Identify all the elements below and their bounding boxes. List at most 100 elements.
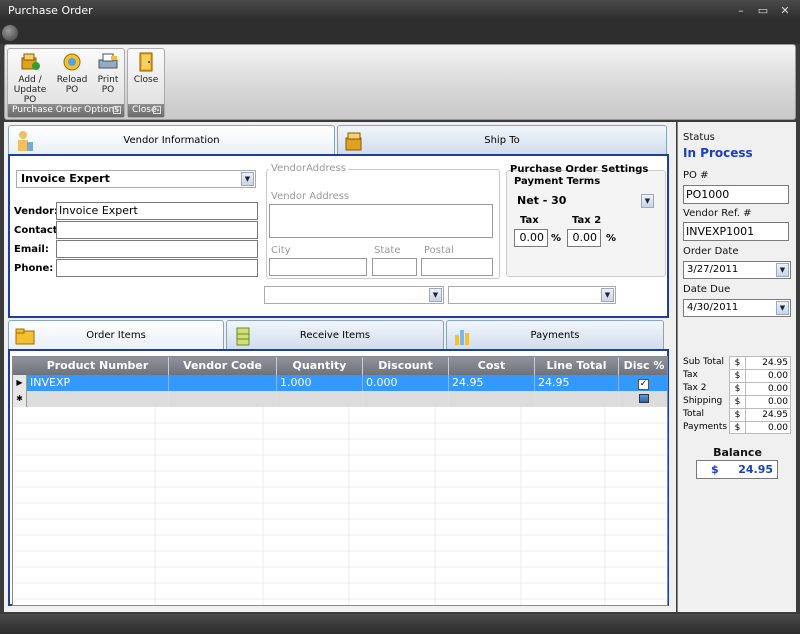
chevron-down-icon[interactable]: ▼ [776,263,789,277]
close-button[interactable]: Close [126,52,166,85]
contact-label: Contact: [14,225,62,236]
tab-payments[interactable]: Payments [446,320,664,350]
ribbon-group-close: Close Close ↘ [127,48,165,118]
vendor-ref-input[interactable]: INVEXP1001 [683,222,789,241]
cell-cost[interactable]: 24.95 [449,375,535,391]
grid-header: Product Number Vendor Code Quantity Disc… [13,357,667,375]
balance-value-box: $ 24.95 [696,460,778,479]
email-input[interactable] [56,240,258,258]
order-date-picker[interactable]: 3/27/2011 ▼ [683,261,791,279]
row-selector-icon[interactable]: ▶ [13,375,27,391]
tax-percent-label: % [551,233,562,244]
window-title: Purchase Order [8,4,93,17]
city-label: City [271,245,291,256]
column-header-product-number[interactable]: Product Number [27,357,169,375]
new-row-icon[interactable]: ✱ [13,391,27,407]
totals-row: Total $24.95 [683,408,791,421]
table-row[interactable]: ▶ INVEXP 1.000 0.000 24.95 24.95 ✓ [13,375,667,391]
new-row[interactable]: ✱ [13,391,667,407]
restore-icon[interactable]: ▭ [756,0,770,22]
tab-receive-items[interactable]: Receive Items [226,320,444,350]
cell-disc-percent[interactable]: ✓ [619,375,667,391]
close-window-icon[interactable]: ✕ [778,0,792,22]
tax-input[interactable]: 0.00 [514,229,548,247]
address-select-2[interactable]: ▼ [448,286,616,304]
vendor-address-title: VendorAddress [269,163,348,174]
minimize-icon[interactable]: – [734,0,748,22]
window-controls: – ▭ ✕ [734,0,792,22]
city-input[interactable] [269,258,367,276]
phone-label: Phone: [14,263,54,274]
cell-line-total[interactable]: 24.95 [535,375,619,391]
postal-input[interactable] [421,258,493,276]
tax2-label: Tax 2 [572,215,602,226]
po-number-input[interactable]: PO1000 [683,185,789,204]
status-bar [0,614,800,634]
new-cell[interactable] [277,391,363,407]
printer-icon [98,53,118,69]
vendor-icon [18,131,33,151]
chevron-down-icon[interactable]: ▼ [601,288,614,302]
folder-icon [15,328,35,345]
vendor-input[interactable]: Invoice Expert [56,202,258,220]
totals-row: Shipping $0.00 [683,395,791,408]
date-due-picker[interactable]: 4/30/2011 ▼ [683,299,791,317]
column-header-cost[interactable]: Cost [449,357,535,375]
balance-value: 24.95 [738,463,773,476]
app-orb-icon[interactable] [2,25,18,41]
vendor-ref-label: Vendor Ref. # [683,208,752,219]
totals-row: Payments $0.00 [683,421,791,434]
column-header-quantity[interactable]: Quantity [277,357,363,375]
address-select-1[interactable]: ▼ [264,286,444,304]
dialog-launcher-icon[interactable]: ↘ [153,106,161,114]
cell-vendor-code[interactable] [169,375,277,391]
reload-po-button[interactable]: Reload PO [52,52,92,95]
print-po-button[interactable]: Print PO [88,52,128,95]
disc-percent-checkbox[interactable]: ✓ [638,379,649,390]
payment-terms-label: Payment Terms [514,176,601,187]
ribbon-group-label: Purchase Order Options ↘ [8,104,124,117]
new-cell[interactable] [535,391,619,407]
new-cell[interactable] [449,391,535,407]
cell-product-number[interactable]: INVEXP [27,375,169,391]
tab-order-items[interactable]: Order Items [8,320,224,350]
tax2-input[interactable]: 0.00 [567,229,601,247]
tab-ship-to[interactable]: Ship To [337,125,667,155]
vendor-select[interactable]: Invoice Expert ▼ [16,170,256,188]
vendor-panel: Invoice Expert ▼ Vendor: Invoice Expert … [8,154,669,318]
state-input[interactable] [372,258,417,276]
main-content: Vendor Information Ship To Invoice Exper… [4,122,676,612]
tax-label: Tax [520,215,539,226]
new-cell[interactable] [363,391,449,407]
column-header-discount[interactable]: Discount [363,357,449,375]
payment-terms-select[interactable]: Net - 30 ▼ [512,192,656,210]
status-label: Status [683,132,715,143]
phone-input[interactable] [56,259,258,277]
column-header-vendor-code[interactable]: Vendor Code [169,357,277,375]
tab-vendor-information[interactable]: Vendor Information [8,125,335,155]
disc-percent-checkbox[interactable] [638,394,649,403]
contact-input[interactable] [56,221,258,239]
chevron-down-icon[interactable]: ▼ [241,172,254,186]
vendor-address-input[interactable] [269,204,493,238]
po-settings-title: Purchase Order Settings [510,164,649,175]
column-header-disc-percent[interactable]: Disc % [619,357,667,375]
new-cell[interactable] [619,391,667,407]
cell-discount[interactable]: 0.000 [363,375,449,391]
chevron-down-icon[interactable]: ▼ [429,288,442,302]
chevron-down-icon[interactable]: ▼ [641,194,654,208]
add-update-po-button[interactable]: Add / Update PO [10,52,50,105]
new-cell[interactable] [169,391,277,407]
cell-quantity[interactable]: 1.000 [277,375,363,391]
new-cell[interactable] [27,391,169,407]
column-header-line-total[interactable]: Line Total [535,357,619,375]
top-tabs: Vendor Information Ship To [8,125,667,155]
dialog-launcher-icon[interactable]: ↘ [113,106,121,114]
add-po-icon [21,53,40,70]
balance-label: Balance [713,446,762,459]
state-label: State [374,245,401,256]
vendor-address-label: Vendor Address [271,191,350,202]
package-icon [345,132,362,151]
email-label: Email: [14,244,49,255]
chevron-down-icon[interactable]: ▼ [776,301,789,315]
